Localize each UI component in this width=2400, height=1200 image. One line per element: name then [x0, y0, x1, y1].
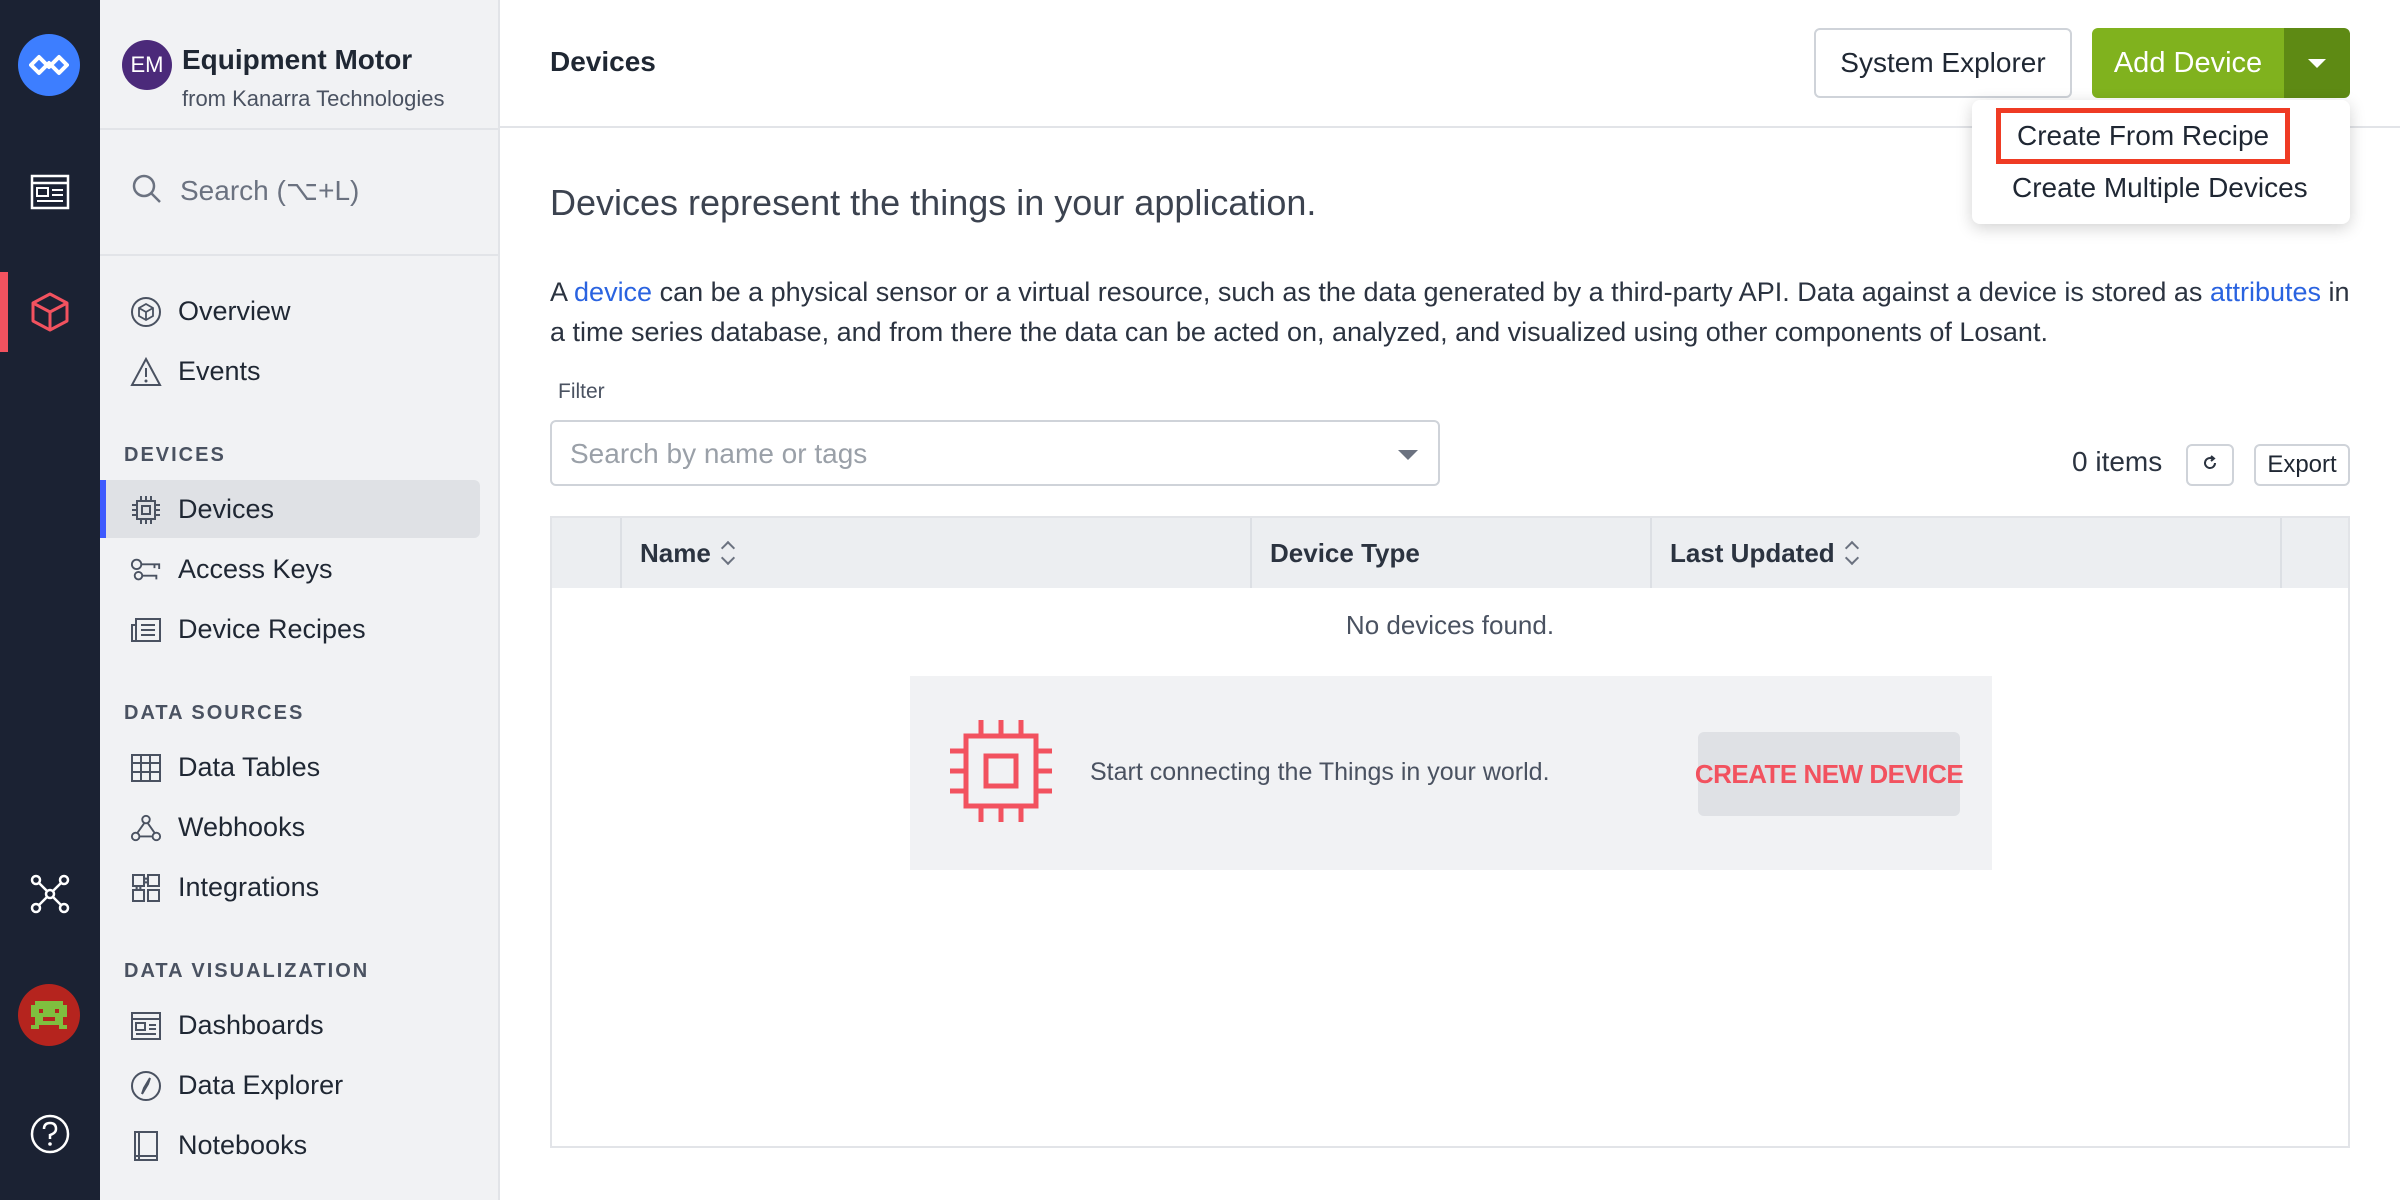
add-device-dropdown-toggle[interactable]: [2284, 28, 2350, 98]
empty-state-prompt: Start connecting the Things in your worl…: [1090, 758, 1550, 786]
sidebar-search[interactable]: Search (⌥+L): [100, 128, 498, 256]
app-org: from Kanarra Technologies: [182, 86, 445, 111]
sidebar-item-label: Access Keys: [178, 553, 333, 584]
refresh-icon: [2201, 454, 2219, 477]
sidebar-item-dashboards[interactable]: Dashboards: [100, 996, 480, 1054]
warning-triangle-icon: [130, 356, 162, 388]
item-count: 0 items: [2072, 446, 2163, 477]
sidebar-item-device-recipes[interactable]: Device Recipes: [100, 600, 480, 658]
sidebar-item-label: Dashboards: [178, 1009, 324, 1040]
page-description: A device can be a physical sensor or a v…: [550, 272, 2370, 352]
add-device-menu: Create From Recipe Create Multiple Devic…: [1972, 100, 2350, 224]
filter-search-input[interactable]: Search by name or tags: [550, 420, 1440, 486]
search-icon: [130, 172, 164, 211]
sidebar: EM Equipment Motor from Kanarra Technolo…: [100, 0, 500, 1200]
page-title: Devices: [550, 46, 656, 77]
sidebar-item-overview[interactable]: Overview: [100, 282, 480, 340]
sidebar-item-label: Events: [178, 355, 261, 386]
chevron-down-icon: [1398, 450, 1418, 460]
column-header-device-type: Device Type: [1270, 518, 1420, 588]
sidebar-item-notebooks[interactable]: Notebooks: [100, 1116, 480, 1174]
user-avatar[interactable]: [18, 984, 80, 1046]
create-new-device-button[interactable]: CREATE NEW DEVICE: [1695, 732, 1964, 816]
sidebar-item-label: Webhooks: [178, 811, 306, 842]
column-header-last-updated[interactable]: Last Updated: [1670, 518, 1859, 588]
dashboard-icon: [130, 1010, 162, 1042]
compass-icon: [130, 1070, 162, 1102]
column-label: Device Type: [1270, 537, 1420, 568]
sidebar-item-webhooks[interactable]: Webhooks: [100, 798, 480, 856]
sidebar-item-label: Integrations: [178, 871, 320, 902]
device-link[interactable]: device: [574, 277, 652, 307]
table-grid-icon: [130, 752, 162, 784]
network-icon[interactable]: [0, 854, 100, 934]
devices-table: Name Device Type Last Updated No devices…: [550, 516, 2350, 1148]
sidebar-item-devices[interactable]: Devices: [100, 480, 480, 538]
sidebar-item-integrations[interactable]: Integrations: [100, 858, 480, 916]
refresh-button[interactable]: [2186, 444, 2234, 486]
app-name: Equipment Motor: [182, 44, 413, 75]
table-header: Name Device Type Last Updated: [552, 518, 2348, 588]
help-icon[interactable]: [0, 1094, 100, 1174]
attributes-link[interactable]: attributes: [2210, 277, 2321, 307]
menu-item-create-multiple-devices[interactable]: Create Multiple Devices: [2012, 172, 2308, 204]
notebook-icon: [130, 1130, 162, 1162]
filter-label: Filter: [558, 380, 605, 403]
sidebar-item-events[interactable]: Events: [100, 342, 480, 400]
app-avatar: EM: [122, 40, 172, 90]
cube-outline-icon: [130, 296, 162, 328]
add-device-button[interactable]: Add Device: [2092, 28, 2284, 98]
sidebar-item-label: Data Explorer: [178, 1069, 344, 1100]
chip-icon: [946, 716, 1056, 831]
desc-text: can be a physical sensor or a virtual re…: [652, 277, 2210, 307]
app-header[interactable]: EM Equipment Motor from Kanarra Technolo…: [100, 0, 498, 128]
column-label: Last Updated: [1670, 537, 1835, 568]
keys-icon: [130, 554, 162, 586]
export-button[interactable]: Export: [2254, 444, 2350, 486]
sidebar-item-label: Overview: [178, 295, 291, 326]
sidebar-search-placeholder: Search (⌥+L): [180, 175, 360, 206]
empty-state-text: No devices found.: [1345, 610, 1555, 640]
sidebar-item-label: Devices: [178, 493, 275, 524]
recipe-icon: [130, 614, 162, 646]
dashboard-icon[interactable]: [0, 152, 100, 232]
column-divider: [2280, 518, 2282, 588]
column-divider: [620, 518, 622, 588]
column-header-name[interactable]: Name: [640, 518, 735, 588]
sidebar-item-label: Device Recipes: [178, 613, 366, 644]
chip-icon: [130, 494, 162, 526]
column-divider: [1650, 518, 1652, 588]
section-title-data-sources: DATA SOURCES: [124, 702, 305, 724]
cube-icon[interactable]: [0, 272, 100, 352]
puzzle-icon: [130, 872, 162, 904]
system-explorer-button[interactable]: System Explorer: [1814, 28, 2072, 98]
menu-item-create-from-recipe[interactable]: Create From Recipe: [1996, 108, 2291, 164]
column-label: Name: [640, 537, 711, 568]
webhook-icon: [130, 812, 162, 844]
sort-icon: [1845, 540, 1859, 566]
losant-logo-icon[interactable]: [18, 34, 80, 96]
page-intro: Devices represent the things in your app…: [550, 182, 1317, 223]
sidebar-item-label: Notebooks: [178, 1129, 308, 1160]
filter-placeholder: Search by name or tags: [570, 438, 868, 469]
app-rail: [0, 0, 100, 1200]
sort-icon: [721, 540, 735, 566]
column-divider: [1250, 518, 1252, 588]
desc-text: A: [550, 277, 575, 307]
empty-state-panel: Start connecting the Things in your worl…: [910, 676, 1992, 870]
sidebar-item-data-tables[interactable]: Data Tables: [100, 738, 480, 796]
sidebar-item-label: Data Tables: [178, 751, 321, 782]
section-title-data-visualization: DATA VISUALIZATION: [124, 960, 370, 982]
sidebar-item-data-explorer[interactable]: Data Explorer: [100, 1056, 480, 1114]
sidebar-item-access-keys[interactable]: Access Keys: [100, 540, 480, 598]
section-title-devices: DEVICES: [124, 444, 226, 466]
